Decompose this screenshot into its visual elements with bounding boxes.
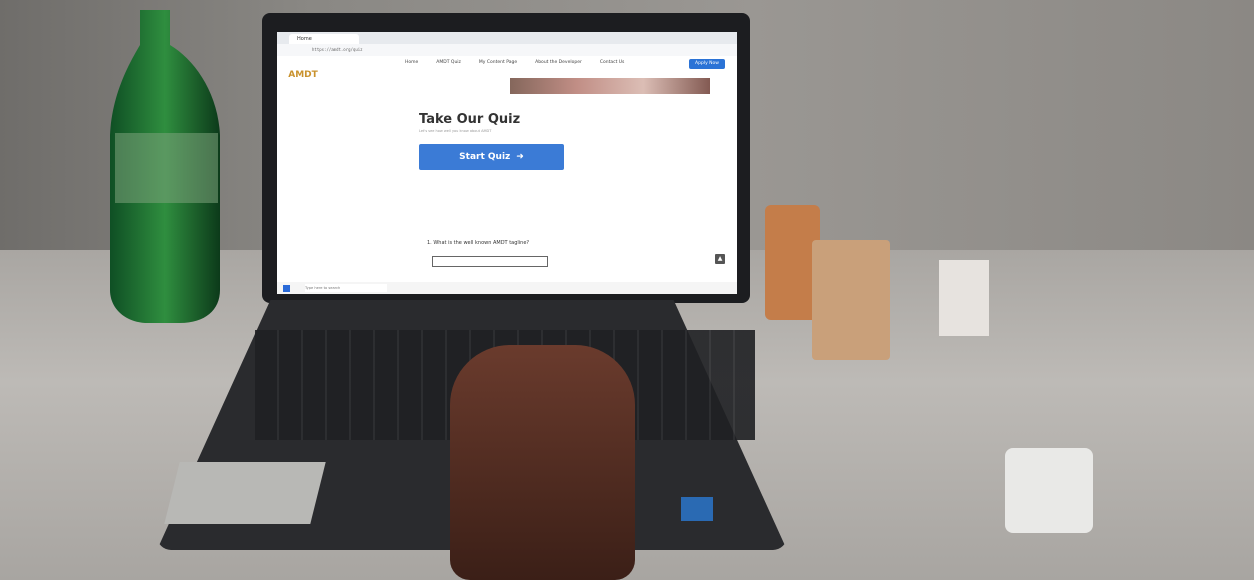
charger (1005, 448, 1093, 533)
pen-holder (812, 240, 890, 360)
start-quiz-label: Start Quiz (459, 152, 511, 162)
nav-item-about-developer[interactable]: About the Developer (535, 60, 582, 65)
answer-input[interactable] (432, 256, 548, 267)
quiz-subtitle: Let's see how well you know about AMDT (419, 129, 492, 133)
windows-taskbar: Type here to search (277, 282, 737, 294)
laptop-sticker-left (164, 462, 326, 524)
url-text[interactable]: https://amdt.org/quiz (312, 46, 572, 54)
windows-icon[interactable] (283, 285, 290, 292)
browser-tab[interactable]: Home (289, 34, 359, 44)
hand (450, 345, 635, 580)
browser-tab-bar: Home (277, 32, 737, 44)
site-logo[interactable]: AMDT (288, 62, 318, 88)
quiz-title: Take Our Quiz (419, 112, 521, 127)
green-bottle (110, 10, 220, 323)
site-navigation: Home AMDT Quiz My Content Page About the… (405, 60, 624, 65)
site-header: AMDT Home AMDT Quiz My Content Page Abou… (277, 56, 737, 94)
nav-item-amdt-quiz[interactable]: AMDT Quiz (436, 60, 461, 65)
nav-item-contact[interactable]: Contact Us (600, 60, 625, 65)
scroll-to-top-icon[interactable]: ▲ (715, 254, 725, 264)
nav-item-content-page[interactable]: My Content Page (479, 60, 517, 65)
nav-item-home[interactable]: Home (405, 60, 418, 65)
apply-now-button[interactable]: Apply Now (689, 59, 725, 69)
header-banner-image (510, 78, 710, 94)
browser-address-bar[interactable]: https://amdt.org/quiz (277, 44, 737, 56)
medicine-box (939, 260, 989, 336)
quiz-question-1: 1. What is the well known AMDT tagline? (427, 240, 530, 246)
taskbar-search-input[interactable]: Type here to search (305, 284, 387, 292)
start-quiz-button[interactable]: Start Quiz ➜ (419, 144, 564, 170)
quiz-section: Take Our Quiz Let's see how well you kno… (277, 94, 737, 294)
laptop-screen: Home https://amdt.org/quiz AMDT Home AMD… (277, 32, 737, 294)
intel-sticker (681, 497, 713, 521)
arrow-down-icon: ➜ (516, 152, 524, 162)
photo-scene: Home https://amdt.org/quiz AMDT Home AMD… (0, 0, 1254, 580)
